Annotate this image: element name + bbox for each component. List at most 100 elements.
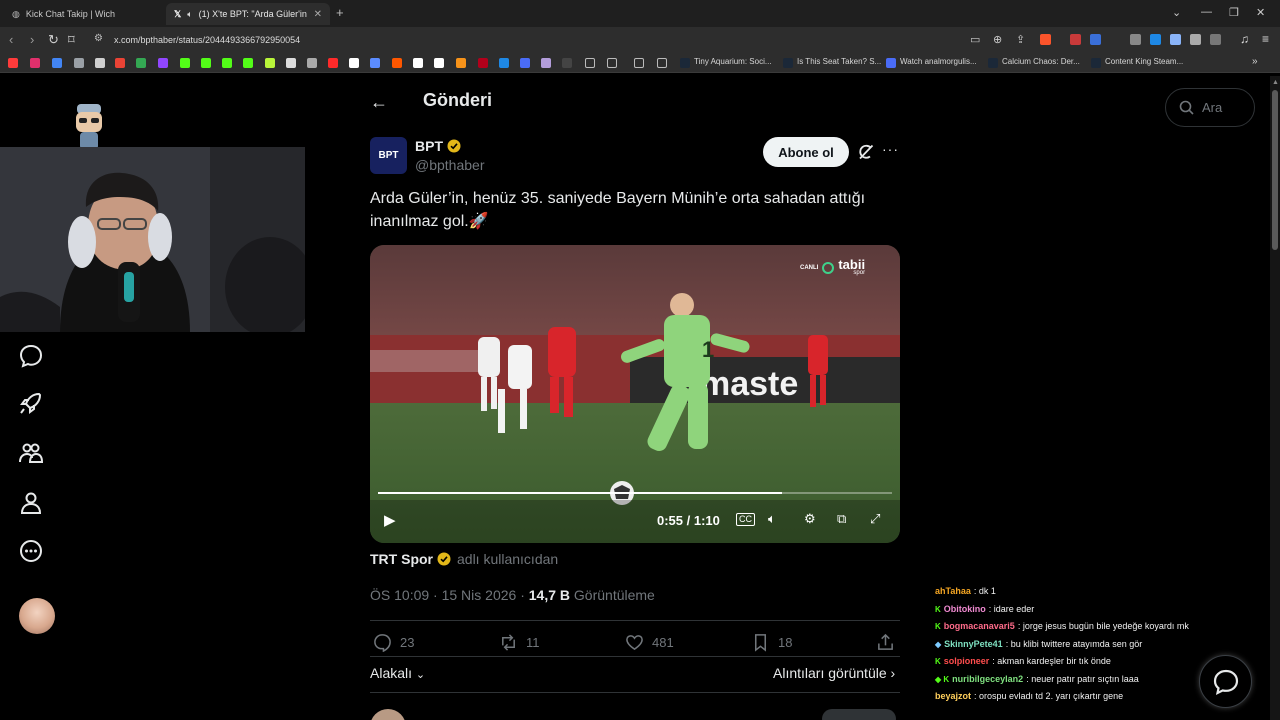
bookmark-icon[interactable] — [95, 58, 105, 68]
bookmark-icon[interactable] — [456, 58, 466, 68]
video-progress-bar[interactable] — [378, 492, 892, 494]
bookmark-icon[interactable] — [392, 58, 402, 68]
bookmark-icon[interactable] — [307, 58, 317, 68]
back-arrow-icon[interactable]: ← — [370, 92, 388, 113]
restore-button[interactable]: ❐ — [1229, 6, 1239, 19]
cast-icon[interactable]: ▭ — [970, 33, 980, 46]
bookmark-icon[interactable] — [243, 58, 253, 68]
bookmark-icon[interactable] — [8, 58, 18, 68]
back-nav-icon[interactable]: ‹ — [9, 32, 13, 47]
bookmark-icon[interactable] — [286, 58, 296, 68]
video-source[interactable]: TRT Spor adlı kullanıcıdan — [370, 551, 558, 567]
bookmark-icon[interactable] — [222, 58, 232, 68]
bookmark-icon[interactable] — [136, 58, 146, 68]
settings-gear-icon[interactable]: ⚙ — [804, 511, 816, 527]
author-handle[interactable]: @bpthaber — [415, 157, 484, 173]
bookmark-icon[interactable] — [328, 58, 338, 68]
bookmark-icon[interactable] — [74, 58, 84, 68]
share-icon[interactable]: ⇪ — [1016, 33, 1025, 46]
bookmark-icon[interactable] — [201, 58, 211, 68]
bookmark-icon[interactable] — [541, 58, 551, 68]
extension-icon[interactable] — [1130, 34, 1141, 45]
picture-in-picture-icon[interactable]: ⧉ — [837, 511, 846, 527]
communities-icon[interactable] — [18, 440, 44, 466]
bookmark-link[interactable]: Is This Seat Taken? S... — [797, 57, 881, 66]
browser-tab-kick-chat[interactable]: ◍ Kick Chat Takip | Wich — [4, 3, 164, 25]
reply-follow-pill[interactable] — [822, 709, 896, 720]
reload-icon[interactable]: ↻ — [48, 32, 59, 48]
close-tab-icon[interactable]: ✕ — [314, 9, 322, 20]
zoom-icon[interactable]: ⊕ — [993, 33, 1002, 46]
bookmark-icon[interactable] — [562, 58, 572, 68]
extension-icon[interactable] — [1150, 34, 1161, 45]
video-player[interactable]: maste 1 CANLI tabii spor ▶ 0:55 / 1:10 C… — [370, 245, 900, 543]
messages-icon[interactable] — [18, 343, 44, 369]
media-control-icon[interactable]: ♫ — [1240, 32, 1249, 46]
sidebar-icon[interactable] — [1210, 34, 1221, 45]
author-name-row[interactable]: BPT — [415, 138, 461, 154]
bookmark-icon[interactable] — [478, 58, 488, 68]
scrollbar-thumb[interactable] — [1272, 90, 1278, 250]
page-scrollbar[interactable]: ▲ — [1270, 76, 1280, 720]
more-bookmarks-icon[interactable]: » — [1252, 56, 1258, 67]
new-tab-button[interactable]: + — [336, 5, 344, 20]
reply-author-avatar[interactable] — [370, 709, 406, 720]
site-settings-icon[interactable]: ⚙ — [94, 33, 103, 44]
bookmark-icon[interactable] — [349, 58, 359, 68]
bookmark-icon[interactable] — [413, 58, 423, 68]
bookmark-icon[interactable] — [180, 58, 190, 68]
related-dropdown[interactable]: Alakalı ⌄ — [370, 665, 425, 681]
grok-icon[interactable] — [857, 143, 875, 161]
bookmark-icon[interactable] — [499, 58, 509, 68]
captions-icon[interactable]: CC — [736, 513, 755, 526]
bookmark-link[interactable]: Watch analmorgulis... — [900, 57, 977, 66]
extension-icon[interactable] — [1170, 34, 1181, 45]
bookmark-icon[interactable] — [30, 58, 40, 68]
bookmark-page-icon[interactable]: ⌑ — [68, 32, 75, 48]
author-avatar[interactable]: BPT — [370, 137, 407, 174]
bookmark-icon[interactable] — [265, 58, 275, 68]
bookmark-button[interactable]: 18 — [751, 633, 792, 652]
like-button[interactable]: 481 — [625, 633, 674, 652]
volume-icon[interactable]: 🔈︎ — [768, 511, 776, 527]
bookmark-link[interactable]: Tiny Aquarium: Soci... — [694, 57, 772, 66]
extension-icon[interactable] — [1090, 34, 1101, 45]
search-input[interactable]: Ara — [1165, 88, 1255, 127]
profile-icon[interactable] — [18, 490, 44, 516]
folder-icon[interactable] — [657, 58, 667, 68]
bookmark-icon[interactable] — [52, 58, 62, 68]
more-options-icon[interactable] — [18, 538, 44, 564]
follow-button[interactable]: Abone ol — [763, 137, 849, 167]
close-window-button[interactable]: ✕ — [1256, 6, 1265, 19]
bookmark-link[interactable]: Calcium Chaos: Der... — [1002, 57, 1080, 66]
url-bar[interactable]: ⚙ x.com/bpthaber/status/2044493366792950… — [86, 30, 1064, 50]
bookmark-icon[interactable] — [158, 58, 168, 68]
brave-shield-icon[interactable] — [1040, 34, 1051, 45]
reply-button[interactable]: 23 — [373, 633, 414, 652]
menu-icon[interactable]: ≡ — [1262, 32, 1269, 46]
bookmark-icon[interactable] — [115, 58, 125, 68]
messages-drawer-button[interactable] — [1199, 655, 1252, 708]
repost-button[interactable]: 11 — [499, 633, 540, 652]
browser-tab-x-post[interactable]: 𝕏 🔈︎ (1) X'te BPT: "Arda Güler'in, he ✕ — [166, 3, 330, 25]
minimize-button[interactable]: — — [1201, 6, 1212, 18]
play-icon[interactable]: ▶ — [384, 511, 396, 529]
account-avatar[interactable] — [19, 598, 55, 634]
folder-icon[interactable] — [634, 58, 644, 68]
bookmark-icon[interactable] — [520, 58, 530, 68]
extension-icon[interactable] — [1070, 34, 1081, 45]
fullscreen-icon[interactable]: ⤢ — [870, 511, 880, 527]
folder-icon[interactable] — [585, 58, 595, 68]
bookmark-link[interactable]: Content King Steam... — [1105, 57, 1183, 66]
bookmark-icon[interactable] — [434, 58, 444, 68]
folder-icon[interactable] — [607, 58, 617, 68]
more-actions-icon[interactable]: ··· — [882, 141, 899, 157]
bookmark-icon[interactable] — [370, 58, 380, 68]
tab-list-chevron-icon[interactable]: ⌄ — [1172, 6, 1181, 19]
forward-nav-icon[interactable]: › — [30, 32, 34, 47]
view-quotes-link[interactable]: Alıntıları görüntüle › — [773, 665, 895, 681]
extensions-puzzle-icon[interactable] — [1190, 34, 1201, 45]
share-button[interactable] — [876, 633, 895, 652]
scroll-up-arrow-icon[interactable]: ▲ — [1272, 79, 1279, 86]
post-timestamp[interactable]: ÖS 10:09 · 15 Nis 2026 · — [370, 587, 529, 603]
